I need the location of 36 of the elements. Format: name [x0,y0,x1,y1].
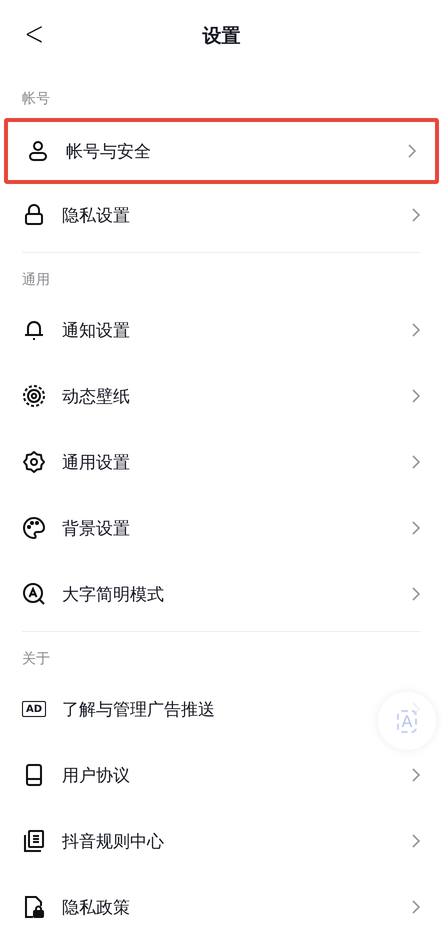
bell-icon [22,318,46,342]
item-label[interactable]: 隐私设置 [62,204,130,226]
settings-icon [22,450,46,474]
page-title: 设置 [202,24,240,49]
item-label[interactable]: 抖音规则中心 [62,830,164,852]
chevron-icon [411,207,421,223]
section-label: 通用 [22,271,50,289]
chevron-icon [407,143,417,159]
target-icon [22,384,46,408]
item-label[interactable]: 帐号与安全 [66,140,151,162]
palette-icon [22,516,46,540]
person-icon [26,139,50,163]
item-label[interactable]: 通知设置 [62,318,130,342]
chevron-icon [411,767,421,783]
item-label[interactable]: 隐私政策 [62,896,130,918]
chevron-icon [411,388,421,404]
chevron-icon [411,899,421,915]
section-label: 关于 [22,650,50,668]
item-label[interactable]: 用户协议 [62,764,130,786]
item-label[interactable]: 通用设置 [62,450,130,474]
chevron-icon [411,833,421,849]
file-lock-icon [22,895,46,919]
chevron-icon [411,454,421,470]
document-icon [22,829,46,853]
item-label[interactable]: 背景设置 [62,516,130,540]
chevron-icon [411,586,421,602]
section-label: 帐号 [22,90,50,108]
item-label[interactable]: 了解与管理广告推送 [62,698,215,720]
ad-icon: AD [22,701,46,717]
magnifier-icon [22,582,46,606]
lock-icon [22,203,46,227]
item-label[interactable]: 大字简明模式 [62,582,164,606]
back-button[interactable]: < [24,14,44,54]
chevron-icon [411,322,421,338]
chevron-icon [411,520,421,536]
item-label[interactable]: 动态壁纸 [62,384,130,408]
